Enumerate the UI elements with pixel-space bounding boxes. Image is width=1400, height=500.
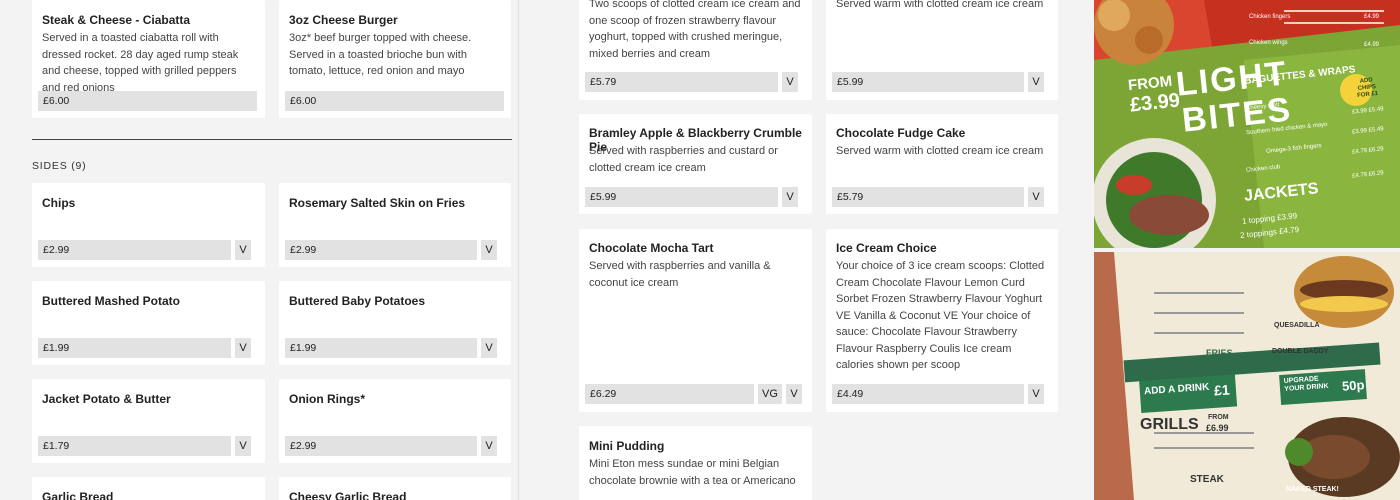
item-price: £5.79: [585, 72, 778, 92]
item-title: Ice Cream Choice: [836, 241, 937, 255]
menu-price: £4.99: [1364, 14, 1380, 20]
dietary-tag: V: [235, 338, 251, 358]
naked-steak-label: NAKED STEAK!: [1286, 486, 1339, 493]
fries-label: FRIES: [1206, 348, 1233, 358]
menu-item-card[interactable]: Onion Rings* £2.99 V: [279, 379, 511, 463]
menu-item-card[interactable]: Ice Cream Choice Your choice of 3 ice cr…: [826, 229, 1058, 412]
item-title: Rosemary Salted Skin on Fries: [289, 196, 466, 210]
menu-item-card[interactable]: Buttered Mashed Potato £1.99 V: [32, 281, 265, 365]
item-title: Cheesy Garlic Bread: [289, 490, 407, 500]
item-price: £4.49: [832, 384, 1024, 404]
menu-photo-light-bites[interactable]: FROM £3.99 LIGHT BITES BAGUETTES & WRAPS…: [1094, 0, 1400, 248]
chips-badge: ADD CHIPS FOR £1: [1356, 77, 1379, 100]
item-price: £6.29: [585, 384, 754, 404]
item-title: Buttered Mashed Potato: [42, 294, 181, 308]
item-price: £2.99: [285, 436, 477, 456]
item-price: £2.99: [38, 240, 231, 260]
section-heading-sides: SIDES (9): [32, 160, 87, 172]
dietary-tag: V: [786, 384, 802, 404]
dietary-tag: VG: [758, 384, 782, 404]
item-description: Served with raspberries and vanilla & co…: [589, 260, 771, 289]
menu-line: Chicken wings: [1249, 40, 1288, 46]
dietary-tag: V: [782, 72, 798, 92]
item-title: Chocolate Mocha Tart: [589, 241, 714, 255]
item-price: £1.79: [38, 436, 231, 456]
item-price: £1.99: [38, 338, 231, 358]
dietary-tag: V: [1028, 384, 1044, 404]
menu-item-card[interactable]: Chips £2.99 V: [32, 183, 265, 267]
menu-photo-grills[interactable]: FRIES QUESADILLA DOUBLE DADDY ADD A DRIN…: [1094, 252, 1400, 500]
menu-item-card[interactable]: Mini Pudding Mini Eton mess sundae or mi…: [579, 426, 812, 500]
menu-item-card[interactable]: Chocolate Mocha Tart Served with raspber…: [579, 229, 812, 412]
dietary-tag: V: [1028, 72, 1044, 92]
dietary-tag: V: [1028, 187, 1044, 207]
menu-item-card[interactable]: Rosemary Salted Skin on Fries £2.99 V: [279, 183, 511, 267]
quesadilla-label: QUESADILLA: [1274, 322, 1320, 329]
upgrade-price: 50p: [1341, 377, 1365, 394]
item-title: Chips: [42, 196, 76, 210]
add-drink-price: £1: [1213, 381, 1231, 399]
item-description: Mini Eton mess sundae or mini Belgian ch…: [589, 458, 796, 487]
menu-item-card[interactable]: Bramley Apple & Blackberry Crumble Pie S…: [579, 114, 812, 214]
menu-item-card[interactable]: 3oz Cheese Burger 3oz* beef burger toppe…: [279, 0, 511, 118]
item-description: Served in a toasted ciabatta roll with d…: [42, 32, 239, 94]
item-price: £6.00: [38, 91, 257, 111]
steak-badge: STEAK: [1190, 474, 1224, 485]
item-title: Steak & Cheese - Ciabatta: [42, 13, 191, 27]
item-description: 3oz* beef burger topped with cheese. Ser…: [289, 32, 472, 77]
item-description: Served with raspberries and custard or c…: [589, 145, 778, 174]
menu-item-card[interactable]: Jacket Potato & Butter £1.79 V: [32, 379, 265, 463]
item-title: Garlic Bread: [42, 490, 114, 500]
item-description: Served warm with clotted cream ice cream: [836, 145, 1044, 157]
menu-item-card[interactable]: Two scoops of clotted cream ice cream an…: [579, 0, 812, 100]
item-price: £1.99: [285, 338, 477, 358]
item-price: £5.79: [832, 187, 1024, 207]
item-price: £5.99: [832, 72, 1024, 92]
item-title: Chocolate Fudge Cake: [836, 126, 966, 140]
menu-item-card[interactable]: Garlic Bread: [32, 477, 265, 500]
item-description: Two scoops of clotted cream ice cream an…: [589, 0, 801, 60]
item-description: Served warm with clotted cream ice cream: [836, 0, 1044, 10]
menu-item-card[interactable]: Cheesy Garlic Bread: [279, 477, 511, 500]
dietary-tag: V: [235, 436, 251, 456]
double-daddy-label: DOUBLE DADDY: [1272, 348, 1329, 355]
grills-price: £6.99: [1206, 423, 1229, 433]
item-title: Onion Rings*: [289, 392, 365, 406]
menu-item-card[interactable]: Steak & Cheese - Ciabatta Served in a to…: [32, 0, 265, 118]
section-divider: [32, 139, 512, 140]
item-price: £5.99: [585, 187, 778, 207]
menu-item-card[interactable]: Chocolate Fudge Cake Served warm with cl…: [826, 114, 1058, 214]
column-gap: [518, 0, 546, 500]
grills-from-label: FROM: [1208, 414, 1229, 421]
item-price: £6.00: [285, 91, 504, 111]
item-description: Your choice of 3 ice cream scoops: Clott…: [836, 260, 1045, 371]
dietary-tag: V: [782, 187, 798, 207]
dietary-tag: V: [481, 436, 497, 456]
grills-heading: GRILLS: [1140, 416, 1199, 433]
item-title: Jacket Potato & Butter: [42, 392, 171, 406]
menu-photo-image: [1094, 252, 1400, 500]
menu-item-card[interactable]: Served warm with clotted cream ice cream…: [826, 0, 1058, 100]
menu-item-card[interactable]: Buttered Baby Potatoes £1.99 V: [279, 281, 511, 365]
item-title: 3oz Cheese Burger: [289, 13, 398, 27]
menu-line: Chicken fingers: [1249, 14, 1291, 20]
item-title: Mini Pudding: [589, 439, 665, 453]
menu-price: £4.99: [1364, 42, 1380, 48]
item-price: £2.99: [285, 240, 477, 260]
dietary-tag: V: [235, 240, 251, 260]
dietary-tag: V: [481, 240, 497, 260]
dietary-tag: V: [481, 338, 497, 358]
item-title: Buttered Baby Potatoes: [289, 294, 426, 308]
